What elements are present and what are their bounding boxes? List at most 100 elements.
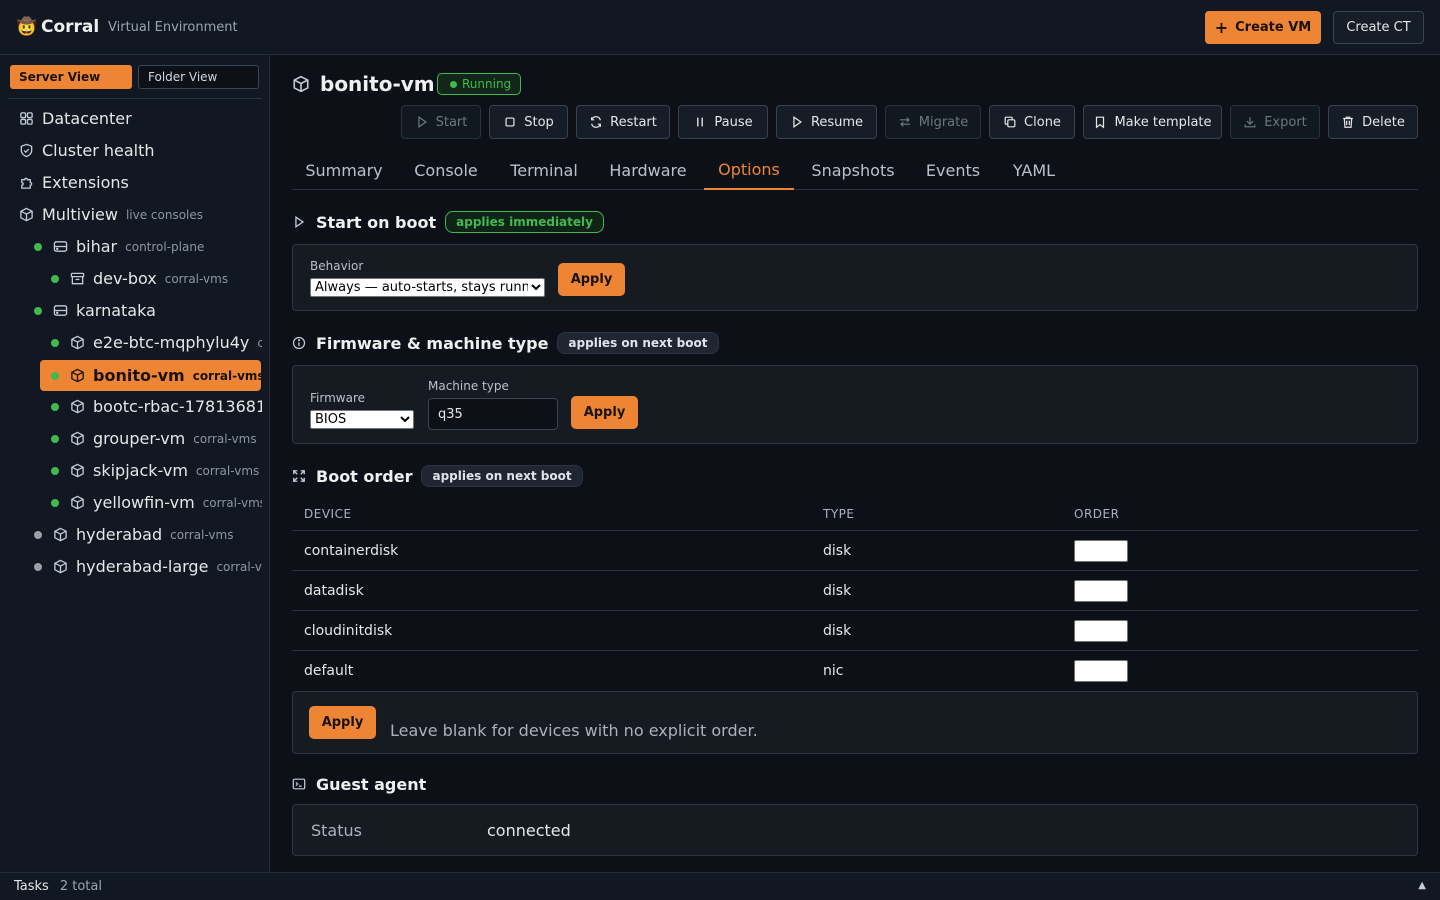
table-row: default nic — [292, 650, 1418, 690]
grid-icon — [18, 111, 34, 127]
create-vm-button[interactable]: + Create VM — [1205, 11, 1321, 44]
tree-node-bonito-vm[interactable]: bonito-vm corral-vms — [40, 360, 261, 391]
guest-agent-panel: Status connected — [292, 804, 1418, 856]
chevron-up-icon[interactable]: ▲ — [1418, 880, 1426, 891]
tab-summary[interactable]: Summary — [292, 150, 396, 190]
status-dot — [34, 306, 42, 315]
order-input[interactable] — [1074, 620, 1128, 642]
sidebar-item-multiview[interactable]: Multiview live consoles — [18, 199, 262, 230]
tree-node-label: bootc-rbac-178136818 — [93, 397, 262, 416]
start-button[interactable]: Start — [401, 105, 481, 139]
pause-button[interactable]: Pause — [678, 105, 768, 139]
start-on-boot-panel: Behavior Always — auto-starts, stays run… — [292, 244, 1418, 311]
tree-node-bihar[interactable]: bihar control-plane — [34, 231, 262, 262]
tab-console[interactable]: Console — [400, 150, 492, 190]
tree-node-dev-box[interactable]: dev-box corral-vms — [51, 263, 262, 294]
tree-node-hyderabad[interactable]: hyderabad corral-vms — [34, 519, 262, 550]
start-on-boot-header: Start on boot applies immediately — [292, 210, 604, 234]
tree-node-sublabel: control-plane — [125, 239, 205, 254]
delete-label: Delete — [1362, 114, 1405, 130]
page-title: bonito-vm — [320, 72, 435, 96]
order-input[interactable] — [1074, 660, 1128, 682]
server-view-button[interactable]: Server View — [10, 65, 132, 89]
device-cell: default — [304, 663, 354, 679]
make-template-button[interactable]: Make template — [1083, 105, 1222, 139]
type-cell: disk — [823, 623, 852, 639]
cube-icon — [52, 559, 68, 575]
start-label: Start — [435, 114, 468, 130]
apply-button[interactable]: Apply — [558, 263, 625, 296]
archive-icon — [69, 271, 85, 287]
stop-button[interactable]: Stop — [489, 105, 568, 139]
status-label: Running — [462, 77, 512, 91]
status-dot — [51, 466, 59, 475]
tab-snapshots[interactable]: Snapshots — [798, 150, 908, 190]
delete-button[interactable]: Delete — [1328, 105, 1418, 139]
apply-button[interactable]: Apply — [309, 706, 376, 739]
resume-button[interactable]: Resume — [776, 105, 877, 139]
tree-node-label: hyderabad-large — [76, 557, 209, 576]
clone-button[interactable]: Clone — [989, 105, 1075, 139]
firmware-select[interactable]: BIOS — [310, 410, 414, 429]
tree-node-yellowfin-vm[interactable]: yellowfin-vm corral-vms — [51, 487, 262, 518]
export-label: Export — [1264, 114, 1307, 130]
server-icon — [52, 239, 68, 255]
tab-hardware[interactable]: Hardware — [596, 150, 700, 190]
export-button[interactable]: Export — [1230, 105, 1320, 139]
apply-button[interactable]: Apply — [571, 396, 638, 429]
restart-label: Restart — [610, 114, 657, 130]
restart-button[interactable]: Restart — [576, 105, 670, 139]
type-cell: disk — [823, 543, 852, 559]
shield-icon — [18, 143, 34, 159]
migrate-button[interactable]: Migrate — [885, 105, 981, 139]
firmware-label: Firmware — [310, 391, 365, 405]
status-dot — [51, 434, 59, 443]
tree-node-label: grouper-vm — [93, 429, 186, 448]
tree-node-sublabel: corral-vms — [164, 271, 229, 286]
tree-node-sublabel: corral-vms — [195, 463, 260, 478]
section-title: Boot order — [316, 466, 413, 486]
tab-yaml[interactable]: YAML — [998, 150, 1070, 190]
order-input[interactable] — [1074, 580, 1128, 602]
column-header-order: ORDER — [1074, 507, 1120, 521]
sidebar: Server View Folder View Datacenter Clust… — [0, 55, 270, 872]
sidebar-item-extensions[interactable]: Extensions — [18, 167, 262, 198]
tab-terminal[interactable]: Terminal — [496, 150, 592, 190]
order-input[interactable] — [1074, 540, 1128, 562]
sidebar-item-datacenter[interactable]: Datacenter — [18, 103, 262, 134]
sidebar-item-label: Extensions — [42, 173, 129, 192]
plus-icon: + — [1214, 17, 1229, 37]
status-badge: Running — [437, 73, 521, 95]
sidebar-item-cluster-health[interactable]: Cluster health — [18, 135, 262, 166]
logo-icon: 🤠 — [16, 17, 38, 37]
tasks-bar[interactable]: Tasks 2 total ▲ — [0, 872, 1440, 900]
tree-node-hyderabad-large[interactable]: hyderabad-large corral-vm — [34, 551, 262, 582]
folder-view-button[interactable]: Folder View — [138, 65, 259, 89]
section-title: Start on boot — [316, 212, 437, 232]
cube-icon — [292, 75, 310, 93]
tree-node-bootc-rbac[interactable]: bootc-rbac-178136818 — [51, 391, 262, 422]
tree-node-karnataka[interactable]: karnataka — [34, 295, 262, 326]
tree-node-label: e2e-btc-mqphylu4y — [93, 333, 250, 352]
cube-icon — [69, 335, 85, 351]
behavior-select[interactable]: Always — auto-starts, stays running — [310, 278, 545, 297]
tree-node-e2e-btc[interactable]: e2e-btc-mqphylu4y co — [51, 327, 262, 358]
bookmark-icon — [1096, 116, 1105, 129]
tree-node-grouper-vm[interactable]: grouper-vm corral-vms — [51, 423, 262, 454]
tab-events[interactable]: Events — [912, 150, 994, 190]
status-dot — [34, 242, 42, 251]
tree-node-sublabel: corral-vm — [216, 559, 262, 574]
stop-label: Stop — [524, 114, 554, 130]
cube-icon — [69, 368, 85, 384]
cube-icon — [69, 495, 85, 511]
sidebar-divider — [8, 98, 262, 99]
column-header-type: TYPE — [823, 507, 855, 521]
app-name[interactable]: Corral — [41, 17, 99, 37]
tree-node-label: hyderabad — [76, 525, 163, 544]
status-dot — [51, 338, 59, 347]
tree-node-skipjack-vm[interactable]: skipjack-vm corral-vms — [51, 455, 262, 486]
machine-type-input[interactable]: q35 — [428, 398, 558, 430]
tab-options[interactable]: Options — [704, 150, 794, 190]
create-ct-button[interactable]: Create CT — [1333, 11, 1424, 44]
migrate-label: Migrate — [918, 114, 969, 130]
